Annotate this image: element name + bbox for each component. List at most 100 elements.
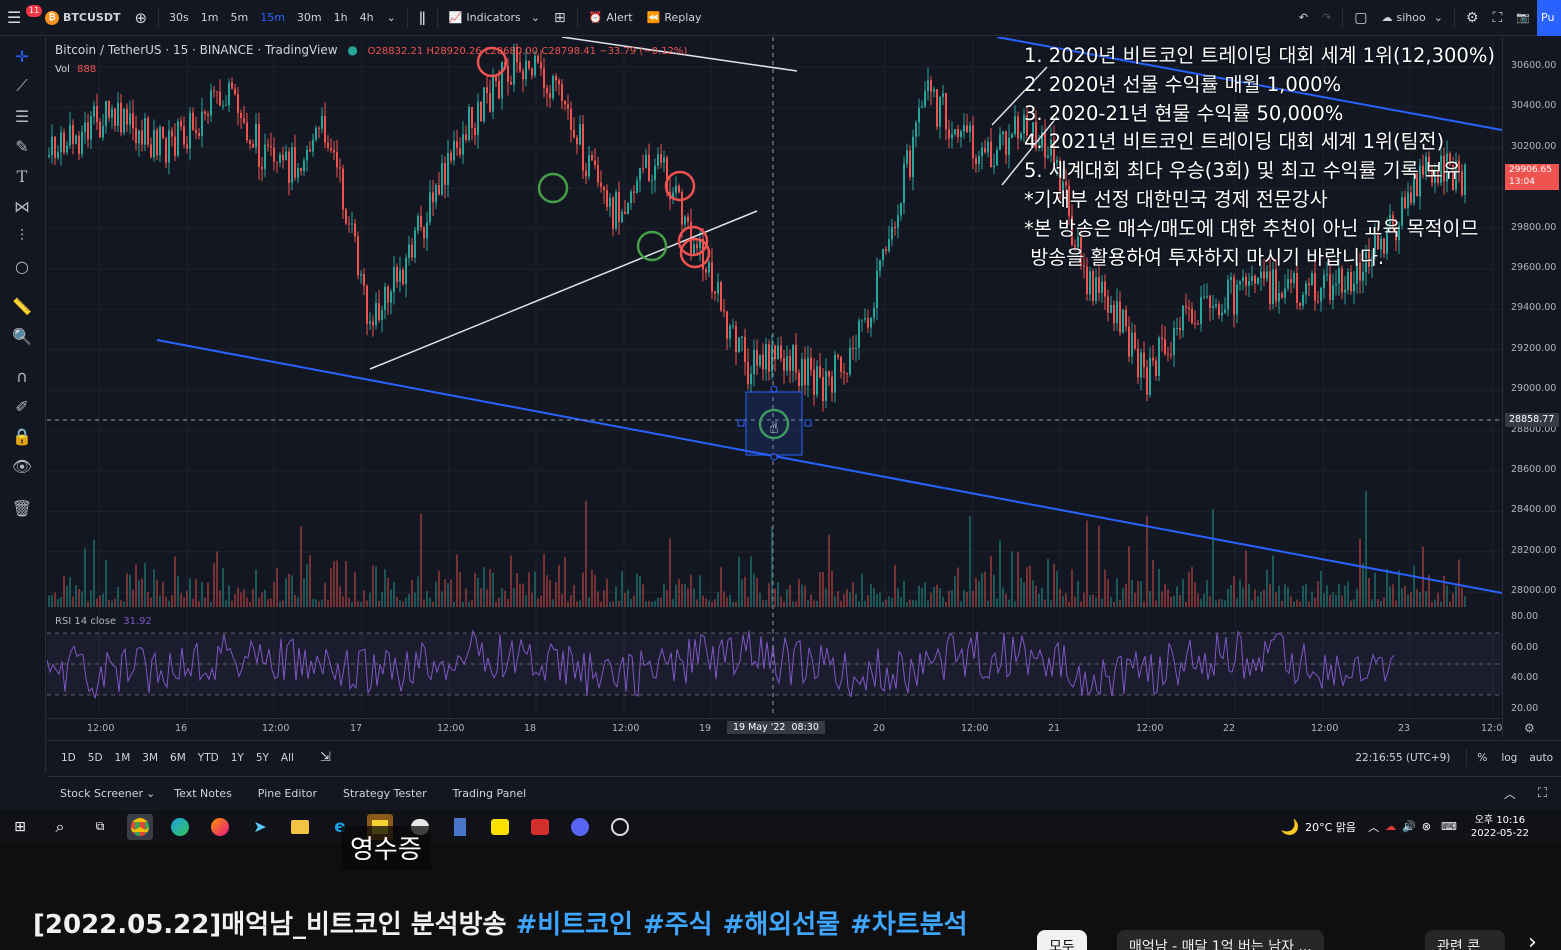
fullscreen-button[interactable]: ⛶ bbox=[1485, 10, 1509, 26]
bottom-tab[interactable]: Trading Panel bbox=[440, 787, 540, 800]
bottom-tab[interactable]: Text Notes bbox=[161, 787, 245, 800]
range-1d[interactable]: 1D bbox=[55, 752, 82, 764]
stay-drawing-tool[interactable]: ✐ bbox=[8, 395, 36, 417]
bottom-tab[interactable]: Strategy Tester bbox=[330, 787, 440, 800]
filter-chip[interactable]: 매억남 - 매달 1억 버는 남자 ... bbox=[1117, 930, 1324, 950]
chrome-app[interactable] bbox=[127, 813, 153, 840]
selection-handle[interactable] bbox=[770, 385, 778, 393]
bottom-tab[interactable]: Stock Screener bbox=[47, 787, 156, 800]
calculator-app[interactable] bbox=[447, 814, 473, 840]
time-axis[interactable]: 12:00 16 12:00 17 12:00 18 12:00 19 20 12:00 21 12:… bbox=[47, 718, 1502, 738]
alert-button[interactable]: ⏰ Alert bbox=[582, 11, 640, 24]
green-circle-marker[interactable] bbox=[636, 230, 668, 262]
publish-button[interactable]: Pu bbox=[1537, 0, 1561, 36]
interval-1h[interactable]: 1h bbox=[328, 11, 354, 24]
interval-30s[interactable]: 30s bbox=[163, 11, 195, 24]
collapse-panel-icon[interactable]: ︿ bbox=[1504, 785, 1516, 802]
filter-chip[interactable]: 모두 bbox=[1037, 930, 1087, 950]
hashtag-link[interactable]: #주식 bbox=[643, 910, 713, 940]
start-button[interactable]: ⊞ bbox=[7, 814, 33, 840]
obs-app[interactable] bbox=[607, 814, 633, 840]
range-5d[interactable]: 5D bbox=[82, 752, 109, 764]
layout-button[interactable]: ⊞ bbox=[547, 10, 573, 26]
grid-icon: ⊞ bbox=[553, 9, 566, 26]
zoom-tool[interactable]: 🔍 bbox=[8, 325, 36, 347]
tray-app-icon[interactable]: ☁ bbox=[1385, 820, 1396, 833]
percent-toggle[interactable]: % bbox=[1477, 752, 1487, 764]
hashtag-link[interactable]: #차트분석 bbox=[850, 910, 967, 940]
select-layout-button[interactable]: ▢ bbox=[1347, 10, 1374, 26]
hashtag-link[interactable]: #해외선물 bbox=[723, 910, 840, 940]
lock-tool[interactable]: 🔒 bbox=[8, 425, 36, 447]
volume-bar bbox=[1302, 585, 1304, 607]
indicators-button[interactable]: 📈 Indicators ⌄ bbox=[442, 11, 547, 24]
discord-app[interactable] bbox=[567, 814, 593, 840]
prediction-tool[interactable]: ⫶ bbox=[8, 225, 36, 247]
auto-toggle[interactable]: auto bbox=[1529, 752, 1553, 764]
clock-label[interactable]: 22:16:55 (UTC+9) bbox=[1355, 752, 1450, 764]
selection-handle[interactable] bbox=[770, 453, 778, 461]
interval-1m[interactable]: 1m bbox=[195, 11, 225, 24]
range-3m[interactable]: 3M bbox=[136, 752, 164, 764]
tray-expand-icon[interactable]: ︿ bbox=[1368, 819, 1379, 835]
menu-button[interactable]: ☰ 11 bbox=[0, 5, 43, 27]
trendline-tool[interactable]: ⟋ bbox=[8, 75, 36, 97]
weather-label[interactable]: 20°C 맑음 bbox=[1305, 819, 1356, 835]
selection-handle[interactable] bbox=[737, 419, 745, 427]
cloud-save-button[interactable]: ☁ sihoo ⌄ bbox=[1374, 11, 1449, 24]
firefox-app[interactable] bbox=[207, 814, 233, 840]
bird-app[interactable]: ➤ bbox=[247, 814, 273, 840]
redo-button[interactable]: ↷ bbox=[1315, 11, 1338, 24]
ime-icon[interactable]: ⌨ bbox=[1441, 820, 1457, 833]
range-1y[interactable]: 1Y bbox=[225, 752, 250, 764]
bottom-tab[interactable]: Pine Editor bbox=[245, 787, 330, 800]
brush-tool[interactable]: ✎ bbox=[8, 135, 36, 157]
hashtag-link[interactable]: #비트코인 bbox=[515, 910, 632, 940]
compare-button[interactable]: ⊕ bbox=[127, 9, 154, 27]
file-explorer-app[interactable] bbox=[287, 814, 313, 840]
kakaotalk-app[interactable] bbox=[487, 814, 513, 840]
text-tool[interactable]: T bbox=[8, 165, 36, 187]
selection-handle[interactable] bbox=[804, 419, 812, 427]
search-button[interactable]: ⌕ bbox=[47, 814, 73, 840]
interval-dropdown[interactable]: ⌄ bbox=[380, 11, 403, 24]
magnet-tool[interactable]: ∩ bbox=[8, 365, 36, 387]
fib-tool[interactable]: ☰ bbox=[8, 105, 36, 127]
volume-bar bbox=[126, 573, 128, 607]
date-range-icon[interactable]: ⇲ bbox=[320, 750, 331, 765]
volume-bar bbox=[1371, 599, 1373, 607]
settings-button[interactable]: ⚙ bbox=[1459, 10, 1486, 26]
chip-next-icon[interactable]: › bbox=[1528, 930, 1537, 950]
measure-tool[interactable]: 📏 bbox=[8, 295, 36, 317]
pattern-tool[interactable]: ⋈ bbox=[8, 195, 36, 217]
range-5y[interactable]: 5Y bbox=[250, 752, 275, 764]
range-all[interactable]: All bbox=[275, 752, 300, 764]
price-axis[interactable]: 30600.0030400.0030200.0030000.0029800.00… bbox=[1502, 37, 1561, 737]
tray-block-icon[interactable]: ⊗ bbox=[1422, 820, 1431, 833]
filter-chip[interactable]: 관련 콘 bbox=[1425, 930, 1505, 950]
replay-button[interactable]: ⏪ Replay bbox=[640, 11, 709, 24]
timeaxis-settings-icon[interactable]: ⚙ bbox=[1524, 721, 1535, 735]
interval-15m[interactable]: 15m bbox=[254, 11, 291, 24]
chart-type-button[interactable]: ǁ bbox=[412, 10, 433, 26]
range-1m[interactable]: 1M bbox=[109, 752, 137, 764]
task-view-button[interactable]: ⧉ bbox=[87, 814, 113, 840]
undo-button[interactable]: ↶ bbox=[1292, 11, 1315, 24]
clock[interactable]: 오후 10:16 2022-05-22 bbox=[1471, 814, 1529, 840]
interval-4h[interactable]: 4h bbox=[354, 11, 380, 24]
symbol-search[interactable]: ₿ BTCUSDT bbox=[38, 10, 127, 25]
range-6m[interactable]: 6M bbox=[164, 752, 192, 764]
edge-app[interactable] bbox=[167, 814, 193, 840]
volume-icon[interactable]: 🔊 bbox=[1402, 820, 1416, 833]
remove-tool[interactable]: 🗑 bbox=[8, 497, 36, 519]
interval-5m[interactable]: 5m bbox=[224, 11, 254, 24]
log-toggle[interactable]: log bbox=[1501, 752, 1517, 764]
range-ytd[interactable]: YTD bbox=[192, 752, 225, 764]
shape-tool[interactable]: ○ bbox=[8, 255, 36, 277]
red-app[interactable] bbox=[527, 814, 553, 840]
crosshair-tool[interactable]: ✛ bbox=[8, 45, 36, 67]
snapshot-button[interactable]: 📷 bbox=[1509, 11, 1537, 24]
maximize-panel-icon[interactable]: ⛶ bbox=[1538, 786, 1547, 801]
interval-30m[interactable]: 30m bbox=[291, 11, 328, 24]
hide-tool[interactable]: 👁 bbox=[8, 455, 36, 477]
